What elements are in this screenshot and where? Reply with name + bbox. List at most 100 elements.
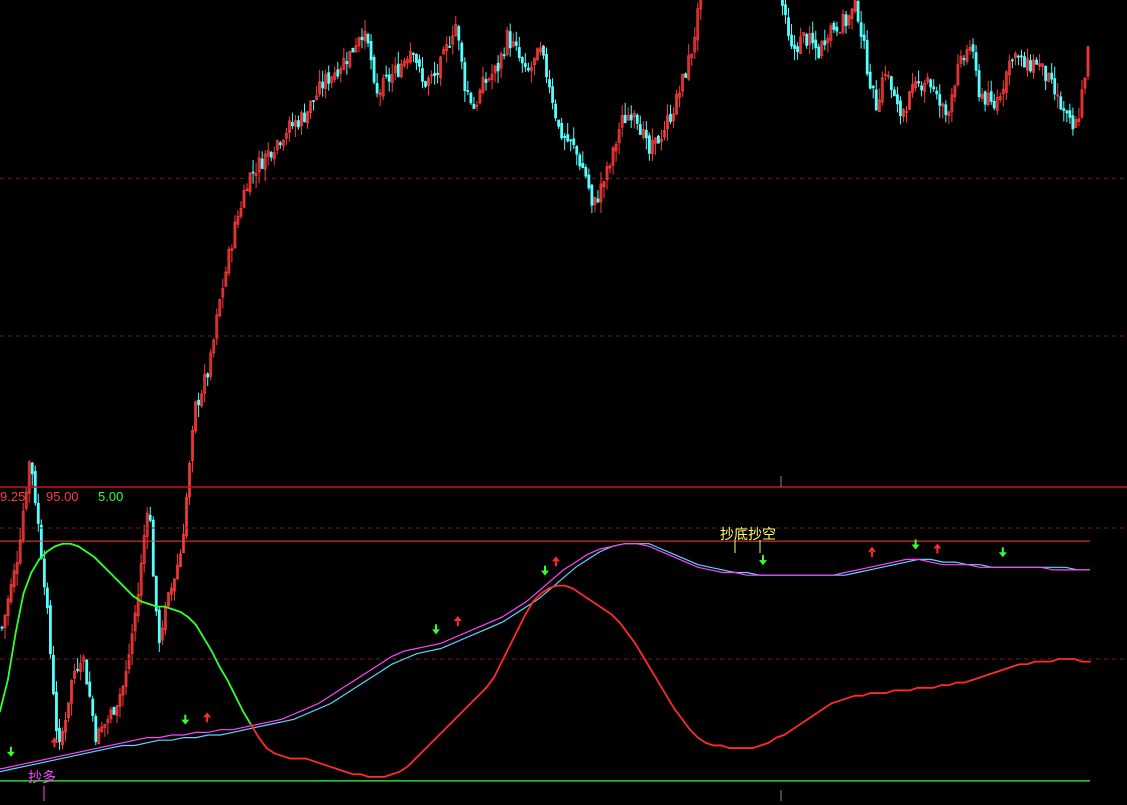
candle-body (336, 69, 340, 77)
sell-signal-arrow (50, 737, 59, 748)
candle-body (989, 91, 993, 102)
oscillator-segment (602, 608, 613, 616)
candle-body (889, 76, 893, 91)
candle-body (787, 17, 790, 36)
candle-body (596, 198, 600, 203)
candle-body (520, 57, 524, 64)
candle-body (844, 14, 848, 27)
oscillator-segment (994, 668, 1005, 673)
candle-body (502, 54, 506, 57)
candle-body (466, 90, 470, 92)
oscillator-segment (124, 587, 135, 598)
buy-signal-arrow (432, 624, 440, 635)
candle-body (932, 86, 936, 90)
oscillator-segment (885, 689, 895, 694)
oscillator-segment (720, 744, 731, 749)
oscillator-segment (257, 736, 268, 749)
candle-body (1065, 110, 1069, 114)
candle-body (856, 0, 860, 22)
oscillator-segment (987, 671, 997, 676)
candle-body (1059, 96, 1063, 110)
candle-body (484, 79, 488, 83)
candle-body (424, 81, 427, 87)
candle-body (1053, 78, 1057, 95)
sell-signal-arrow (453, 616, 462, 627)
candle-body (55, 691, 58, 732)
candle-body (644, 129, 648, 139)
candle-body (977, 70, 981, 98)
oscillator-segment (101, 563, 111, 574)
oscillator-segment (610, 613, 621, 624)
readout-v1: 9.25 (0, 489, 26, 504)
arrow-down-icon (6, 751, 15, 757)
oscillator-segment (171, 608, 182, 613)
oscillator-segment (861, 692, 872, 697)
buy-signal-arrow (6, 746, 15, 757)
candle-body (360, 36, 364, 41)
candle-body (1035, 59, 1038, 65)
oscillator-segment (563, 584, 574, 590)
candle-body (278, 142, 282, 146)
oscillator-segment (516, 613, 527, 632)
candle-body (569, 139, 573, 142)
candle-body (983, 91, 987, 105)
oscillator-segment (320, 762, 331, 768)
oscillator-segment (830, 700, 840, 705)
candle-body (197, 399, 201, 406)
oscillator-segment (759, 741, 770, 747)
oscillator-segment (179, 610, 190, 618)
candle-body (784, 4, 787, 16)
buy-signal-arrow (541, 565, 549, 576)
candle-body (514, 41, 518, 46)
candle-body (469, 92, 473, 104)
arrow-down-icon (432, 629, 440, 635)
oscillator-segment (93, 555, 103, 566)
candle-body (88, 681, 92, 697)
oscillator-segment (304, 757, 315, 763)
candle-body (384, 74, 388, 77)
candle-body (39, 524, 43, 559)
oscillator-segment (344, 770, 354, 776)
oscillator-segment (446, 718, 456, 729)
oscillator-segment (485, 676, 495, 689)
stock-chart-stage: 9.25 95.00 5.00 抄底抄空 抄多 (0, 0, 1127, 801)
candle-body (938, 94, 942, 106)
oscillator-segment (77, 545, 88, 553)
oscillator-segment (775, 734, 786, 739)
oscillator-segment (414, 749, 425, 760)
candle-body (551, 86, 554, 103)
candle-body (463, 62, 467, 92)
buy-signal-arrow (181, 714, 190, 725)
oscillator-segment (422, 741, 433, 752)
candle-body (157, 609, 161, 644)
oscillator-segment (649, 668, 660, 684)
candle-body (823, 40, 827, 46)
candle-body (36, 503, 40, 524)
oscillator-segment (751, 744, 762, 749)
candle-body (647, 135, 651, 154)
oscillator-segment (657, 681, 668, 697)
candle-body (1044, 65, 1048, 81)
candle-body (472, 103, 476, 109)
candle-body (545, 54, 548, 78)
oscillator-segment (767, 736, 778, 744)
candle-body (871, 85, 875, 89)
candle-body (52, 654, 55, 695)
oscillator-segment (430, 734, 441, 744)
candle-body (372, 56, 376, 83)
candle-body (457, 26, 461, 41)
oscillator-segment (697, 736, 707, 744)
candle-body (575, 145, 579, 155)
candle-body (206, 373, 210, 378)
candle-body (260, 158, 264, 169)
candle-body (433, 72, 436, 77)
arrow-down-icon (541, 570, 549, 576)
candle-body (657, 135, 660, 144)
oscillator-segment (1002, 665, 1013, 671)
price-panel (0, 0, 1127, 750)
oscillator-segment (548, 584, 558, 590)
candle-body (781, 0, 784, 6)
bottom-signal-label: 抄多 (28, 770, 56, 786)
arrow-down-icon (911, 544, 920, 550)
candle-body (557, 119, 561, 127)
